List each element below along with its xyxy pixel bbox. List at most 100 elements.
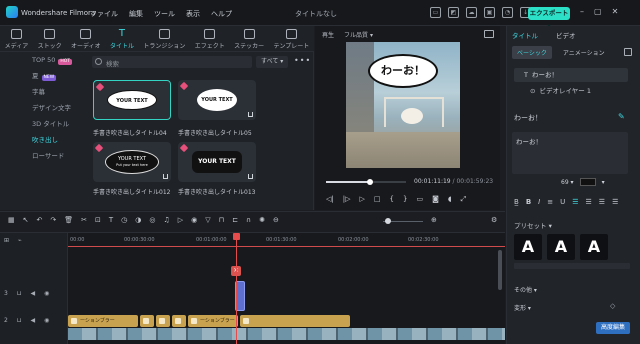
save-preset-icon[interactable] xyxy=(624,48,632,56)
tab-title-props[interactable]: タイトル xyxy=(512,30,538,40)
eye-icon[interactable]: ◉ xyxy=(44,317,49,324)
underline-icon[interactable]: U xyxy=(560,198,565,206)
close-icon[interactable]: ✕ xyxy=(612,7,619,16)
redo-icon[interactable]: ↷ xyxy=(50,216,56,224)
ai-icon[interactable]: ✺ xyxy=(259,216,265,224)
title-overlay[interactable]: わーお！ xyxy=(368,54,438,88)
text-clip[interactable]: ーションブラー xyxy=(68,315,138,327)
image-icon[interactable]: ◩ xyxy=(448,7,459,18)
title-card-05[interactable]: YOUR TEXT xyxy=(178,80,256,120)
marker-icon[interactable]: ◎ xyxy=(149,216,155,224)
menu-tools[interactable]: ツール xyxy=(154,9,175,19)
grid-icon[interactable]: ▦ xyxy=(8,216,15,224)
mark-out-icon[interactable]: } xyxy=(403,195,407,204)
ai-pen-icon[interactable]: ✎ xyxy=(618,112,625,121)
more-icon[interactable]: ••• xyxy=(294,56,311,65)
menu-help[interactable]: ヘルプ xyxy=(211,9,232,19)
display-icon[interactable]: ▭ xyxy=(416,195,423,204)
playback-label[interactable]: 再生 xyxy=(322,30,334,39)
progress-knob[interactable] xyxy=(367,179,373,185)
advanced-edit-button[interactable]: 高度編集 xyxy=(596,322,630,334)
snap-icon[interactable]: ⊓ xyxy=(219,216,224,224)
headset-icon[interactable]: ◔ xyxy=(502,7,513,18)
preset-2[interactable]: A xyxy=(547,234,575,260)
play-icon[interactable]: ▷ xyxy=(360,195,365,204)
render-icon[interactable]: ▷ xyxy=(178,216,183,224)
preset-1[interactable]: A xyxy=(514,234,542,260)
audio-track-icon[interactable]: ◀ xyxy=(31,317,36,324)
download-icon[interactable] xyxy=(248,112,253,117)
nav-lower-third[interactable]: ローサード xyxy=(0,148,84,164)
menu-view[interactable]: 表示 xyxy=(186,9,200,19)
split-icon[interactable]: ⊏ xyxy=(232,216,238,224)
search-input[interactable]: 検索 xyxy=(92,56,252,68)
video-clip[interactable] xyxy=(68,328,505,340)
download-icon[interactable] xyxy=(163,174,168,179)
bold-icon[interactable]: B xyxy=(526,198,531,206)
snapshot-icon[interactable] xyxy=(484,30,494,38)
nav-subtitles[interactable]: 字幕 xyxy=(0,84,84,100)
volume-icon[interactable]: ◖ xyxy=(448,195,452,204)
tab-sticker[interactable]: ステッカー xyxy=(234,29,264,50)
fullscreen-icon[interactable]: ⤢ xyxy=(461,195,467,204)
transform-section[interactable]: 変形 ▾ xyxy=(514,303,531,312)
tab-video-props[interactable]: ビデオ xyxy=(556,30,576,40)
prev-frame-icon[interactable]: ◁| xyxy=(326,195,334,204)
color-icon[interactable]: ◑ xyxy=(135,216,141,224)
justify-icon[interactable]: ☰ xyxy=(612,198,618,206)
text-clip[interactable]: ーションブラー xyxy=(188,315,238,327)
minimize-icon[interactable]: – xyxy=(580,7,584,16)
text-clip[interactable] xyxy=(156,315,170,327)
audio-icon[interactable]: ♫ xyxy=(164,216,170,224)
zoom-out-icon[interactable]: ⊖ xyxy=(273,216,279,224)
zoom-slider[interactable] xyxy=(383,218,423,224)
title-card-04[interactable]: YOUR TEXT xyxy=(93,80,171,120)
text-tool-icon[interactable]: T xyxy=(109,216,113,224)
time-ruler[interactable]: 00:00 00:00:30:00 00:01:00:00 00:01:30:0… xyxy=(68,233,505,247)
mark-in-icon[interactable]: { xyxy=(390,195,394,204)
nav-speech-bubble[interactable]: 吹き出し xyxy=(0,132,84,148)
preset-3[interactable]: A xyxy=(580,234,608,260)
mic-icon[interactable]: ◉ xyxy=(191,216,197,224)
lock-icon[interactable]: ⊔ xyxy=(17,317,22,324)
video-preview[interactable]: わーお！ xyxy=(346,42,460,168)
shield-icon[interactable]: ▽ xyxy=(205,216,210,224)
camera-icon[interactable]: ◙ xyxy=(432,195,439,204)
text-style-icon[interactable]: B̲ xyxy=(514,198,519,206)
tab-transition[interactable]: トランジション xyxy=(143,29,185,50)
text-clip[interactable] xyxy=(172,315,186,327)
tab-effect[interactable]: エフェクト xyxy=(195,29,225,50)
text-clip[interactable] xyxy=(240,315,350,327)
align-center-icon[interactable]: ☰ xyxy=(586,198,592,206)
download-icon[interactable] xyxy=(248,174,253,179)
layer-title[interactable]: T わーお！ xyxy=(514,68,628,82)
link-icon[interactable]: ⌁ xyxy=(18,237,22,244)
title-card-012[interactable]: YOUR TEXT Put your text here xyxy=(93,142,171,182)
menu-file[interactable]: ファイル xyxy=(90,9,118,19)
lock-icon[interactable]: ⊔ xyxy=(17,290,22,297)
zoom-knob[interactable] xyxy=(385,218,391,224)
layout-icon[interactable]: ▭ xyxy=(430,7,441,18)
crop-icon[interactable]: ⊡ xyxy=(95,216,101,224)
subtab-animation[interactable]: アニメーション xyxy=(558,46,610,59)
title-card-013[interactable]: YOUR TEXT xyxy=(178,142,256,182)
zoom-in-icon[interactable]: ⊕ xyxy=(431,216,437,224)
tab-template[interactable]: テンプレート xyxy=(273,29,309,50)
export-button[interactable]: エクスポート ▾ xyxy=(528,7,570,30)
align-right-icon[interactable]: ☰ xyxy=(599,198,605,206)
play-back-icon[interactable]: |▷ xyxy=(343,195,351,204)
keyframe-icon[interactable]: ◇ xyxy=(610,302,615,310)
other-section[interactable]: その他 ▾ xyxy=(514,285,537,294)
quality-select[interactable]: フル品質 ▾ xyxy=(344,30,373,39)
magnet-icon[interactable]: ∩ xyxy=(246,216,251,224)
list-icon[interactable]: ≡ xyxy=(547,198,553,206)
tab-media[interactable]: メディア xyxy=(5,29,28,50)
nav-design-text[interactable]: デザイン文字 xyxy=(0,100,84,116)
add-track-icon[interactable]: ⊞ xyxy=(4,237,9,244)
layer-video[interactable]: ⊙ ビデオレイヤー 1 xyxy=(514,85,591,95)
stop-icon[interactable]: □ xyxy=(374,195,381,204)
timeline-settings-icon[interactable]: ⚙ xyxy=(491,216,497,224)
timeline-scrollbar[interactable] xyxy=(498,250,502,290)
text-clip[interactable] xyxy=(140,315,154,327)
color-dropdown-icon[interactable]: ▾ xyxy=(602,179,605,186)
